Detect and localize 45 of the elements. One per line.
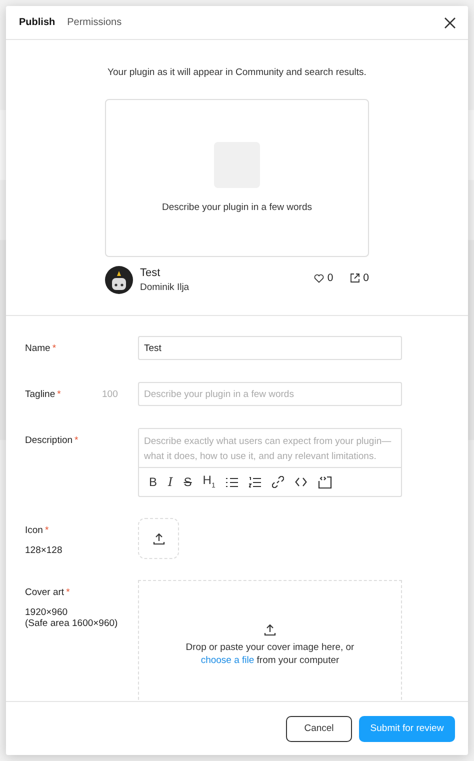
text-field[interactable]: Describe your plugin in a few words <box>138 382 402 406</box>
bullet-list-icon[interactable] <box>226 476 238 488</box>
tab[interactable]: Publish <box>19 17 56 28</box>
plugin-name: Test <box>140 267 162 279</box>
code-block-icon[interactable] <box>318 476 332 488</box>
description-editor[interactable]: Describe exactly what users can expect from your plugin—what it does, how to use it, and any relevant limitations. B I S H$_{1}$ <box>138 428 402 497</box>
close-icon[interactable] <box>444 16 456 28</box>
character-counter: 100 <box>102 389 118 402</box>
share-icon <box>350 273 360 283</box>
cancel-button[interactable]: Cancel <box>286 716 352 742</box>
required-mark: * <box>44 525 49 536</box>
numbered-list-icon[interactable] <box>249 476 262 488</box>
preview-intro: Your plugin as it will appear in Community and search results. <box>108 67 366 78</box>
heading-button[interactable]: H$_{1}$ <box>202 474 216 490</box>
choose-file-link[interactable]: choose a file <box>200 655 254 666</box>
author-name: Dominik Ilja <box>140 282 190 293</box>
bold-button[interactable]: B <box>149 476 158 488</box>
required-mark: * <box>66 587 70 598</box>
field-label: Icon <box>25 525 43 536</box>
required-mark: * <box>52 343 56 354</box>
upload-icon <box>264 624 276 636</box>
like-count: 0 <box>327 272 334 284</box>
required-mark: * <box>74 435 78 446</box>
cover-upload-area[interactable]: Drop or paste your cover image here, or choose a file from your computer <box>138 580 402 701</box>
text-field[interactable]: Test <box>138 336 402 360</box>
field-hint: 128×128 <box>25 545 64 556</box>
link-icon[interactable] <box>272 476 284 488</box>
field-label: Description <box>25 435 73 446</box>
italic-button[interactable]: I <box>168 476 173 488</box>
field-hint: (Safe area 1600×960) <box>25 618 119 629</box>
strikethrough-button[interactable]: S <box>184 476 192 488</box>
card-description: Describe your plugin in a few words <box>162 202 312 213</box>
required-mark: * <box>57 389 61 400</box>
avatar-icon <box>105 266 133 294</box>
description-field[interactable]: Describe exactly what users can expect from your plugin—what it does, how to use it, and any relevant limitations. <box>139 429 401 468</box>
field-hint: 1920×960 <box>25 607 69 618</box>
field-label: Cover art <box>25 587 64 598</box>
share-count: 0 <box>363 272 369 284</box>
drop-instructions: Drop or paste your cover image here, or choose a file from your computer <box>186 641 354 667</box>
code-icon[interactable] <box>295 477 308 487</box>
tab[interactable]: Permissions <box>67 17 122 28</box>
upload-icon <box>152 532 164 544</box>
field-label: Name <box>25 343 50 354</box>
heart-icon <box>314 274 324 282</box>
field-label: Tagline <box>25 389 56 400</box>
